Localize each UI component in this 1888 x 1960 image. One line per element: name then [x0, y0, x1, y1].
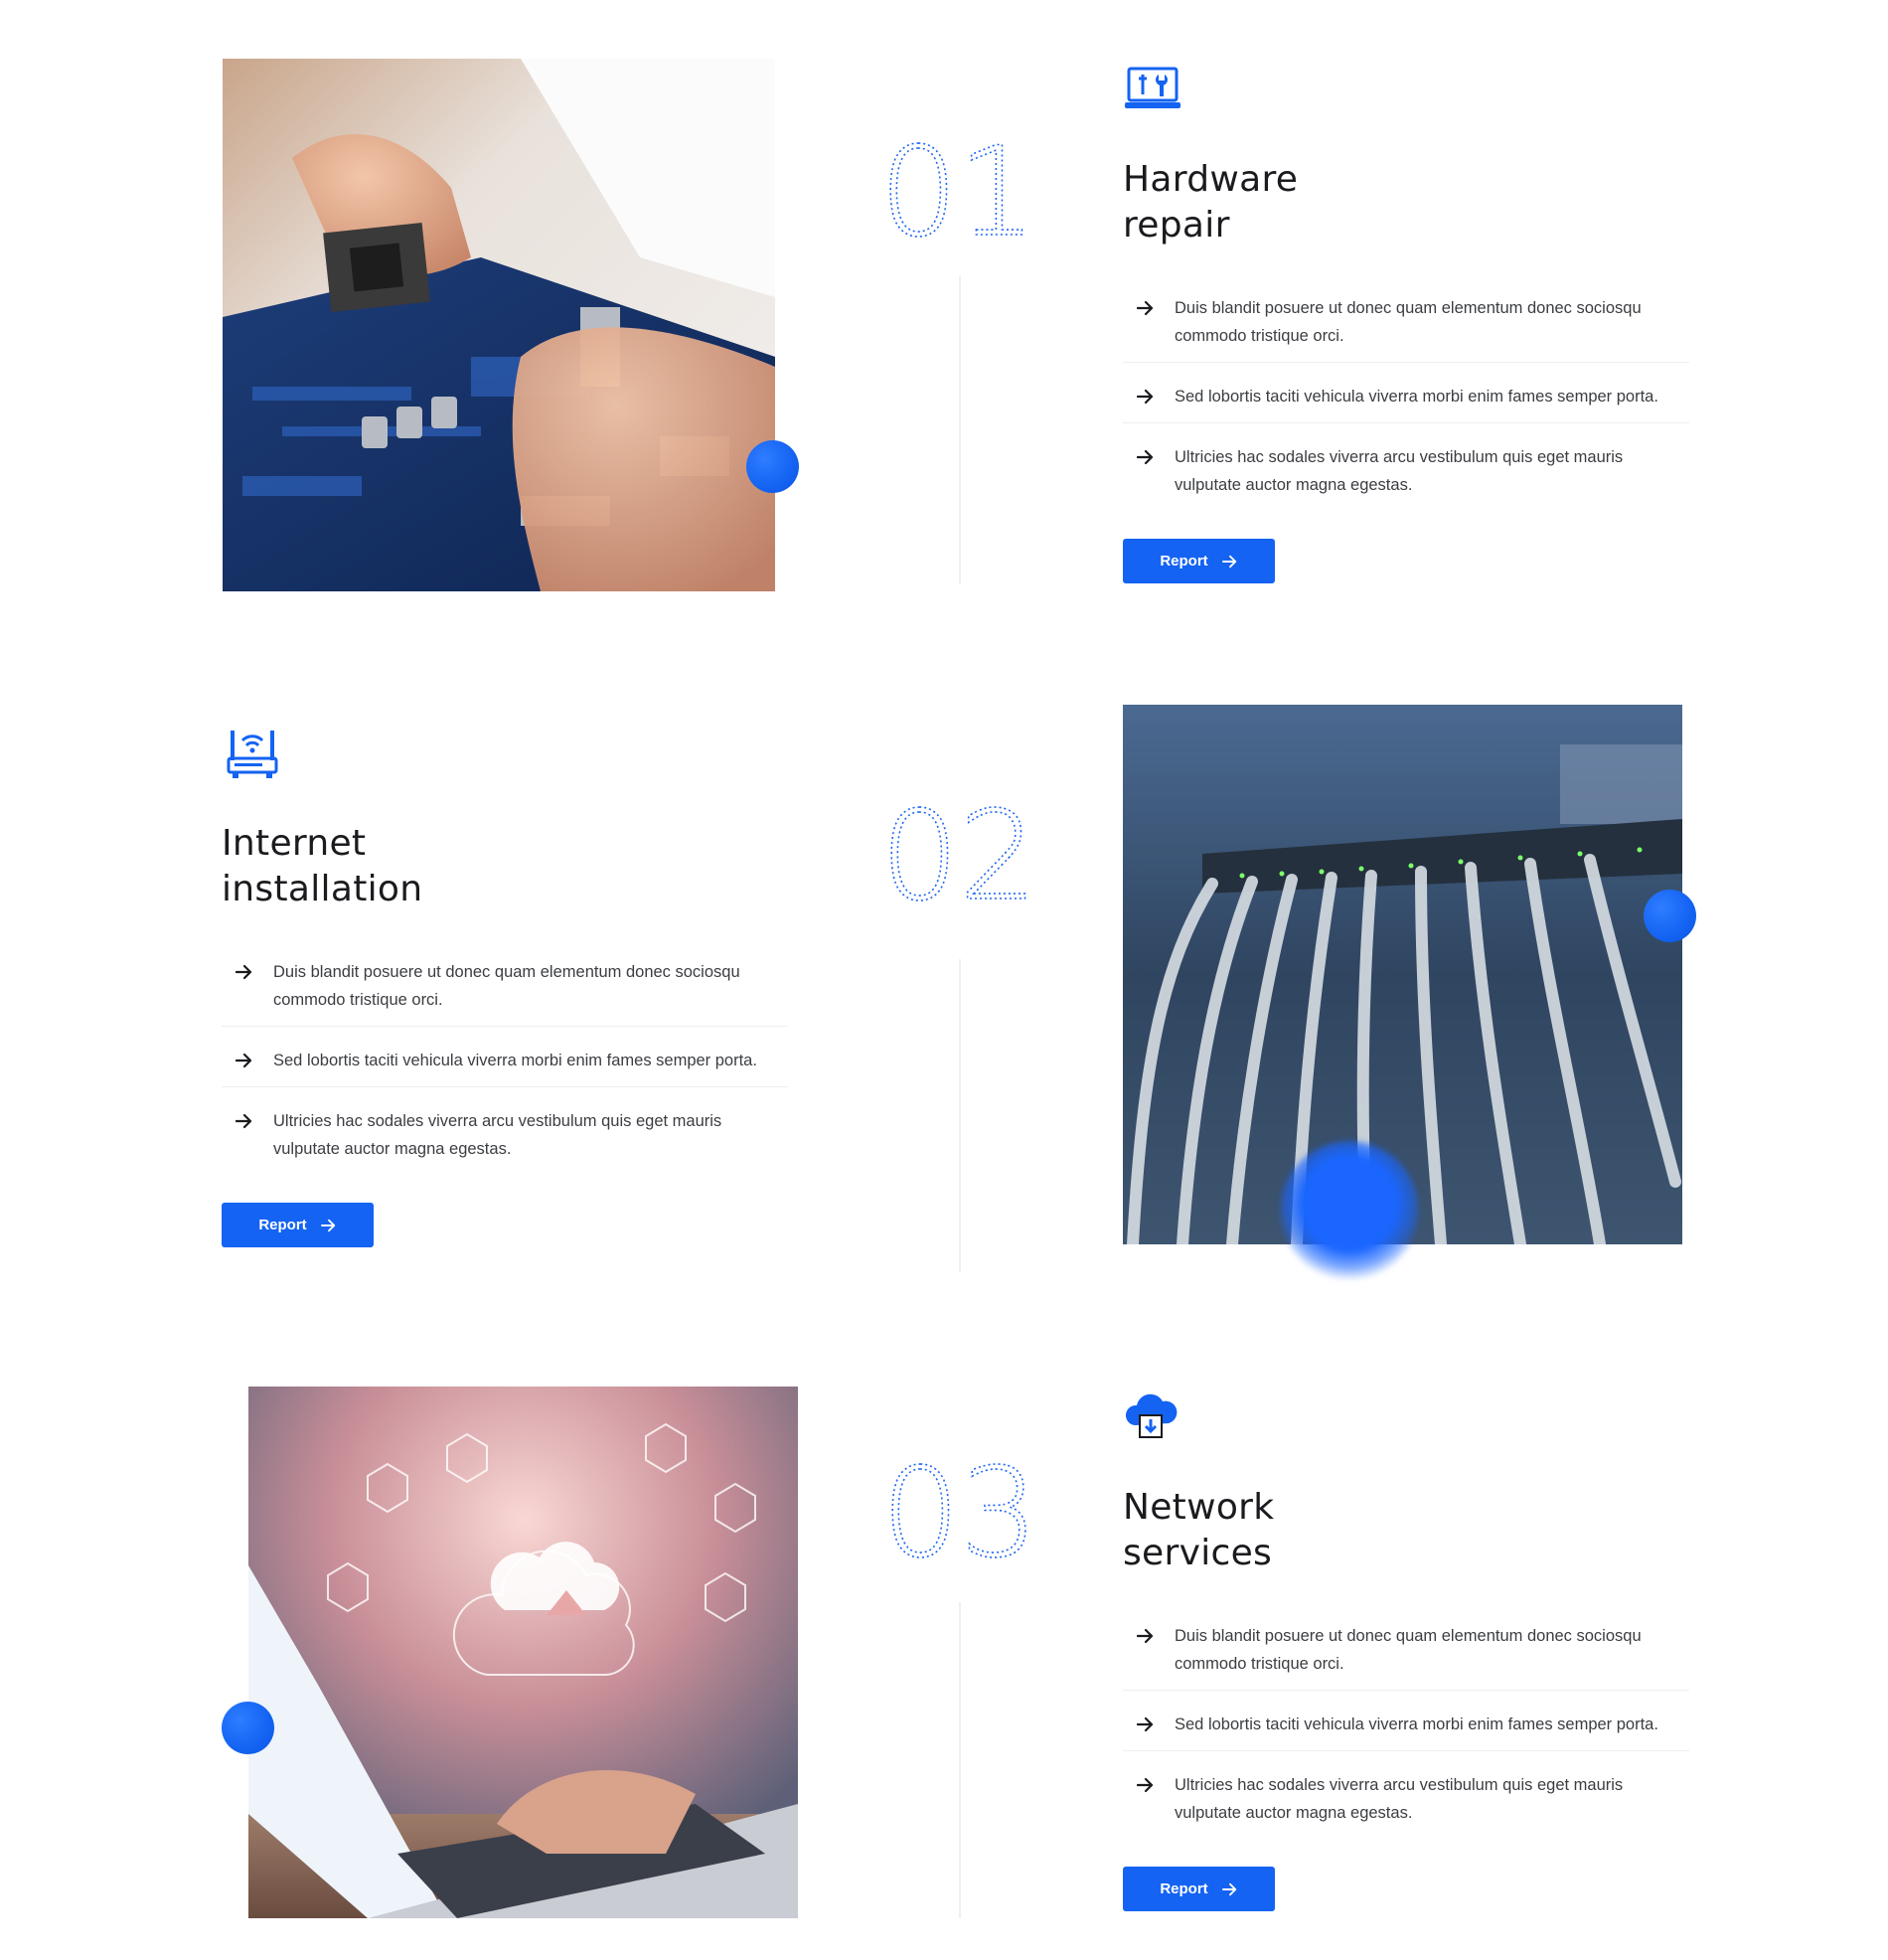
service-section-internet: Internet installation Duis blandit posue… — [0, 656, 1888, 1312]
service-section-hardware: 01 Hardware repair Duis blandit posuere … — [0, 0, 1888, 616]
motherboard-cpu-photo — [223, 59, 775, 591]
step-number: 02 — [860, 784, 1058, 929]
arrow-right-icon — [236, 964, 252, 980]
report-button[interactable]: Report — [1123, 1867, 1275, 1911]
cloud-download-icon — [1123, 1391, 1179, 1443]
decorative-dot — [1644, 890, 1696, 942]
list-item: Duis blandit posuere ut donec quam eleme… — [222, 952, 788, 1027]
timeline-line — [959, 276, 961, 584]
step-number: 01 — [859, 120, 1057, 265]
svg-text:01: 01 — [879, 121, 1036, 264]
feature-list: Duis blandit posuere ut donec quam eleme… — [1123, 1616, 1689, 1853]
list-item: Ultricies hac sodales viverra arcu vesti… — [1123, 437, 1689, 511]
arrow-right-icon — [1137, 449, 1154, 465]
list-item: Duis blandit posuere ut donec quam eleme… — [1123, 1616, 1689, 1691]
arrow-right-icon — [1221, 1882, 1236, 1895]
timeline-line — [959, 1602, 961, 1918]
list-item: Ultricies hac sodales viverra arcu vesti… — [1123, 1765, 1689, 1839]
list-item: Sed lobortis taciti vehicula viverra mor… — [222, 1041, 788, 1087]
feature-list: Duis blandit posuere ut donec quam eleme… — [222, 952, 788, 1189]
laptop-repair-icon — [1123, 63, 1182, 114]
network-switch-cables-photo — [1123, 705, 1682, 1244]
arrow-right-icon — [1137, 1628, 1154, 1644]
svg-text:03: 03 — [881, 1442, 1038, 1585]
service-section-network: 03 Network services Duis blandit posuere… — [0, 1332, 1888, 1960]
feature-list: Duis blandit posuere ut donec quam eleme… — [1123, 288, 1689, 525]
arrow-right-icon — [1137, 1716, 1154, 1732]
list-item: Sed lobortis taciti vehicula viverra mor… — [1123, 377, 1689, 423]
arrow-right-icon — [1137, 389, 1154, 405]
list-item: Sed lobortis taciti vehicula viverra mor… — [1123, 1705, 1689, 1751]
arrow-right-icon — [1221, 555, 1236, 568]
service-title: Network services — [1123, 1487, 1275, 1573]
svg-text:02: 02 — [880, 785, 1037, 928]
wifi-router-icon — [227, 729, 278, 780]
arrow-right-icon — [1137, 1777, 1154, 1793]
list-item: Ultricies hac sodales viverra arcu vesti… — [222, 1101, 788, 1175]
cloud-laptop-photo — [248, 1387, 798, 1918]
service-title: Internet installation — [222, 823, 423, 909]
arrow-right-icon — [320, 1219, 335, 1231]
arrow-right-icon — [236, 1053, 252, 1068]
step-number: 03 — [861, 1441, 1059, 1586]
report-button[interactable]: Report — [222, 1203, 374, 1247]
arrow-right-icon — [1137, 300, 1154, 316]
list-item: Duis blandit posuere ut donec quam eleme… — [1123, 288, 1689, 363]
arrow-right-icon — [236, 1113, 252, 1129]
decorative-dot — [746, 440, 799, 493]
report-button[interactable]: Report — [1123, 539, 1275, 583]
decorative-blur-dot — [1280, 1141, 1419, 1280]
decorative-dot — [222, 1702, 274, 1754]
service-title: Hardware repair — [1123, 159, 1299, 245]
timeline-line — [959, 959, 961, 1272]
